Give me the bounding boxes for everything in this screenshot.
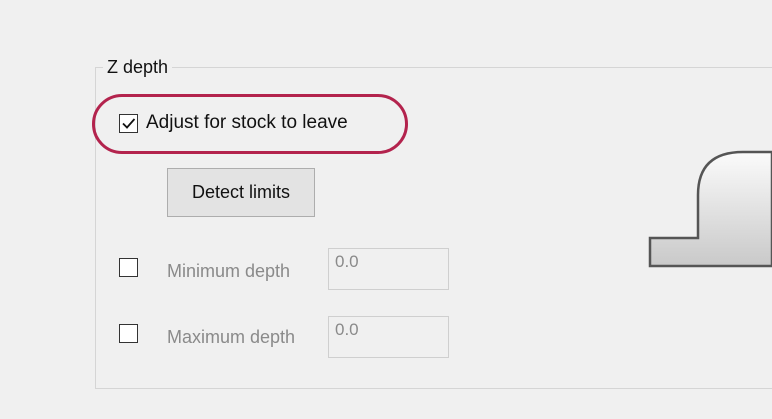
minimum-depth-input[interactable]: 0.0 [328,248,449,290]
adjust-stock-checkbox[interactable] [119,114,138,133]
maximum-depth-label: Maximum depth [167,327,296,347]
minimum-depth-label: Minimum depth [167,261,291,281]
maximum-depth-checkbox[interactable] [119,324,138,343]
dialog-area: Z depth Adjust for stock to leave Detect… [0,0,772,419]
z-depth-profile-icon [648,150,772,268]
checkmark-icon [122,118,136,129]
maximum-depth-input[interactable]: 0.0 [328,316,449,358]
groupbox-title: Z depth [103,56,173,78]
adjust-stock-label[interactable]: Adjust for stock to leave [146,111,348,135]
minimum-depth-checkbox[interactable] [119,258,138,277]
detect-limits-button[interactable]: Detect limits [167,168,315,217]
